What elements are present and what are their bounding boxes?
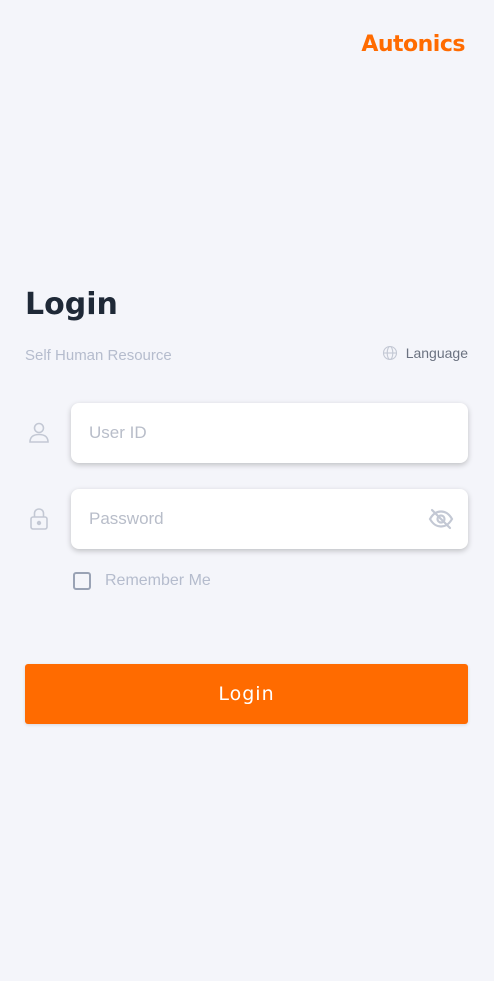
page-title: Login	[25, 287, 118, 322]
login-page: Autonics Login Self Human Resource Langu…	[0, 0, 494, 981]
user-icon	[29, 422, 49, 443]
lock-icon	[30, 508, 48, 530]
globe-icon	[382, 345, 397, 361]
language-label: Language	[405, 345, 468, 361]
remember-me-label: Remember Me	[105, 572, 211, 589]
password-input[interactable]	[89, 489, 409, 549]
password-field-box	[71, 489, 468, 549]
eye-off-icon[interactable]	[428, 506, 454, 532]
password-row	[25, 489, 468, 549]
page-subtitle: Self Human Resource	[25, 347, 172, 364]
login-button[interactable]: Login	[25, 664, 468, 724]
autonics-logo: Autonics	[361, 32, 465, 57]
user-id-row	[25, 403, 468, 463]
user-id-input[interactable]	[89, 403, 409, 463]
user-id-field-box	[71, 403, 468, 463]
remember-me-checkbox[interactable]	[73, 572, 91, 590]
language-selector[interactable]: Language	[382, 345, 468, 361]
remember-me[interactable]: Remember Me	[73, 572, 211, 590]
